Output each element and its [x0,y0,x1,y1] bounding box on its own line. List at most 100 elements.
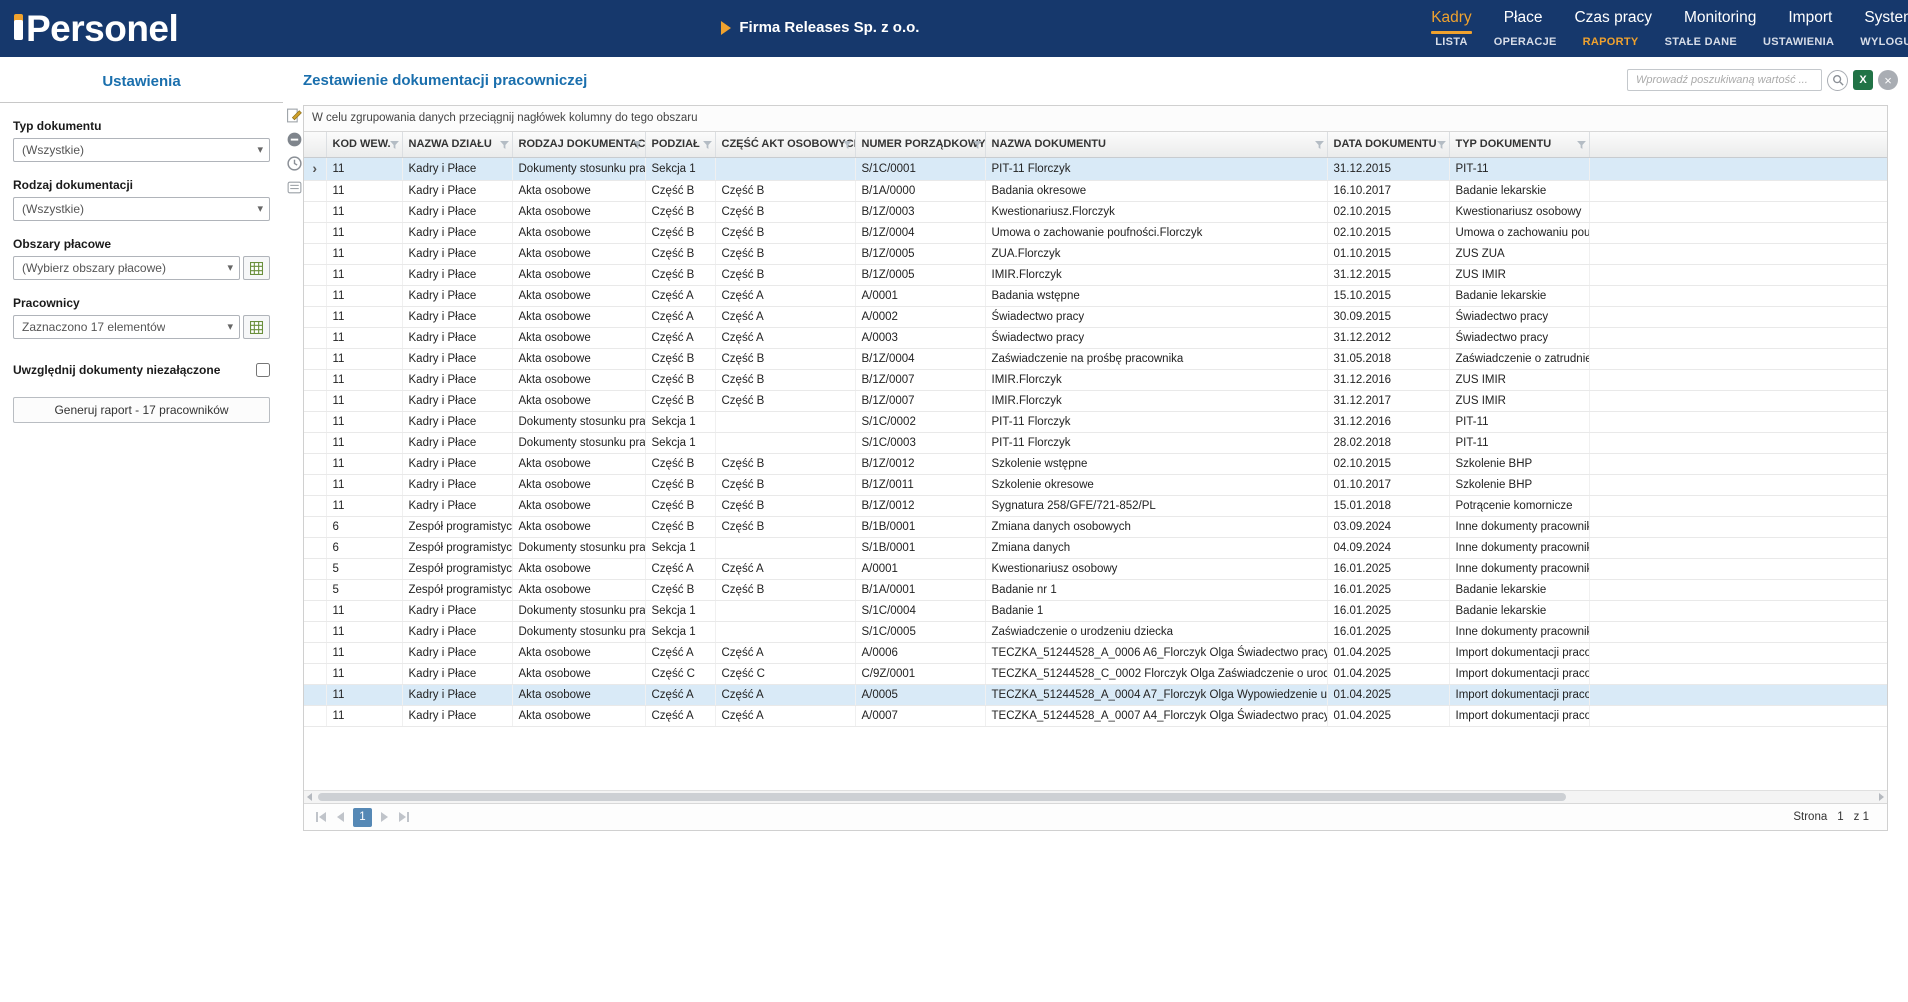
table-row[interactable]: 11Kadry i PłaceDokumenty stosunku pracyS… [304,621,1887,642]
filter-icon[interactable] [1437,140,1446,152]
close-button[interactable]: × [1878,70,1898,90]
remove-circle-icon[interactable] [286,131,303,148]
tab-monitoring[interactable]: Monitoring [1684,9,1756,34]
table-cell: 11 [326,642,402,663]
pracownicy-select[interactable]: Zaznaczono 17 elementów▾ [13,315,240,339]
column-header-podział[interactable]: PODZIAŁ [645,132,715,157]
filter-icon[interactable] [1577,140,1586,152]
table-row[interactable]: 6Zespół programistycznyDokumenty stosunk… [304,537,1887,558]
table-row[interactable]: 11Kadry i PłaceAkta osoboweCzęść BCzęść … [304,495,1887,516]
table-cell: Kadry i Płace [402,621,512,642]
table-row[interactable]: 11Kadry i PłaceAkta osoboweCzęść BCzęść … [304,474,1887,495]
table-row[interactable]: 11Kadry i PłaceAkta osoboweCzęść BCzęść … [304,390,1887,411]
table-row[interactable]: 11Kadry i PłaceAkta osoboweCzęść BCzęść … [304,264,1887,285]
table-cell: Zespół programistyczny [402,579,512,600]
column-header-część-akt-osobowych[interactable]: CZĘŚĆ AKT OSOBOWYCH [715,132,855,157]
table-row[interactable]: 11Kadry i PłaceAkta osoboweCzęść ACzęść … [304,306,1887,327]
scroll-right-icon[interactable] [1879,793,1884,801]
tab-raporty[interactable]: RAPORTY [1583,36,1639,48]
rodzaj-dokumentacji-select[interactable]: (Wszystkie)▾ [13,197,270,221]
tab-operacje[interactable]: OPERACJE [1494,36,1557,48]
table-cell: A/0002 [855,306,985,327]
table-row[interactable]: 11Kadry i PłaceAkta osoboweCzęść BCzęść … [304,201,1887,222]
table-cell: Część B [645,516,715,537]
table-cell: S/1C/0001 [855,157,985,180]
pager-last-button[interactable] [397,810,411,824]
column-header-numer-porządkowy[interactable]: NUMER PORZĄDKOWY [855,132,985,157]
search-input[interactable] [1627,69,1822,91]
obszary-placowe-picker-button[interactable] [243,256,270,280]
filler-cell [1589,390,1887,411]
column-header-kod-wew-[interactable]: KOD WEW. [326,132,402,157]
column-header-rodzaj-dokumentacji[interactable]: RODZAJ DOKUMENTACJI [512,132,645,157]
table-row[interactable]: 5Zespół programistycznyAkta osoboweCzęść… [304,558,1887,579]
table-row[interactable]: 11Kadry i PłaceAkta osoboweCzęść BCzęść … [304,180,1887,201]
tab-import[interactable]: Import [1788,9,1832,34]
tab-ustawienia[interactable]: USTAWIENIA [1763,36,1834,48]
table-cell: Badanie lekarskie [1449,600,1589,621]
tab-kadry[interactable]: Kadry [1431,9,1472,34]
pager-prev-button[interactable] [335,810,346,824]
tab-stałe-dane[interactable]: STAŁE DANE [1665,36,1737,48]
table-row[interactable]: 11Kadry i PłaceAkta osoboweCzęść ACzęść … [304,642,1887,663]
table-row[interactable]: 11Kadry i PłaceAkta osoboweCzęść ACzęść … [304,684,1887,705]
table-cell: B/1Z/0004 [855,222,985,243]
table-row[interactable]: 11Kadry i PłaceAkta osoboweCzęść ACzęść … [304,327,1887,348]
column-header-typ-dokumentu[interactable]: TYP DOKUMENTU [1449,132,1589,157]
edit-document-icon[interactable] [286,107,303,124]
table-row[interactable]: 11Kadry i PłaceAkta osoboweCzęść ACzęść … [304,285,1887,306]
filter-icon[interactable] [1315,140,1324,152]
excel-export-button[interactable]: X [1853,70,1873,90]
table-row[interactable]: 11Kadry i PłaceAkta osoboweCzęść BCzęść … [304,453,1887,474]
horizontal-scrollbar[interactable] [304,790,1887,803]
pager-next-button[interactable] [379,810,390,824]
pracownicy-picker-button[interactable] [243,315,270,339]
tab-lista[interactable]: LISTA [1435,36,1467,48]
group-by-hint[interactable]: W celu zgrupowania danych przeciągnij na… [304,106,1887,132]
tab-wyloguj[interactable]: WYLOGUJ [1860,36,1908,48]
expand-cell [304,390,326,411]
table-cell: B/1Z/0012 [855,495,985,516]
filter-icon[interactable] [703,140,712,152]
include-unattached-checkbox[interactable] [256,363,270,377]
pager-first-button[interactable] [314,810,328,824]
tab-czas-pracy[interactable]: Czas pracy [1574,9,1652,34]
tab-system[interactable]: System [1864,9,1908,34]
table-row[interactable]: ›11Kadry i PłaceDokumenty stosunku pracy… [304,157,1887,180]
scroll-left-icon[interactable] [307,793,312,801]
table-row[interactable]: 11Kadry i PłaceAkta osoboweCzęść BCzęść … [304,222,1887,243]
history-icon[interactable] [286,155,303,172]
typ-dokumentu-select[interactable]: (Wszystkie)▾ [13,138,270,162]
table-cell: 01.04.2025 [1327,705,1449,726]
filter-icon[interactable] [973,140,982,152]
preview-icon[interactable] [286,179,303,196]
table-row[interactable]: 11Kadry i PłaceAkta osoboweCzęść BCzęść … [304,243,1887,264]
chevron-down-icon: ▾ [227,261,233,274]
filter-icon[interactable] [633,140,642,152]
filter-icon[interactable] [390,140,399,152]
table-row[interactable]: 11Kadry i PłaceDokumenty stosunku pracyS… [304,432,1887,453]
expand-cell [304,579,326,600]
table-row[interactable]: 5Zespół programistycznyAkta osoboweCzęść… [304,579,1887,600]
filter-icon[interactable] [843,140,852,152]
table-row[interactable]: 11Kadry i PłaceDokumenty stosunku pracyS… [304,600,1887,621]
table-row[interactable]: 11Kadry i PłaceAkta osoboweCzęść BCzęść … [304,348,1887,369]
pager-current-page[interactable]: 1 [353,808,372,827]
obszary-placowe-select[interactable]: (Wybierz obszary płacowe)▾ [13,256,240,280]
column-header-nazwa-dokumentu[interactable]: NAZWA DOKUMENTU [985,132,1327,157]
column-header-data-dokumentu[interactable]: DATA DOKUMENTU [1327,132,1449,157]
table-row[interactable]: 11Kadry i PłaceDokumenty stosunku pracyS… [304,411,1887,432]
filter-icon[interactable] [500,140,509,152]
table-row[interactable]: 6Zespół programistycznyAkta osoboweCzęść… [304,516,1887,537]
generate-report-button[interactable]: Generuj raport - 17 pracowników [13,397,270,423]
table-row[interactable]: 11Kadry i PłaceAkta osoboweCzęść ACzęść … [304,705,1887,726]
table-row[interactable]: 11Kadry i PłaceAkta osoboweCzęść CCzęść … [304,663,1887,684]
table-cell: Akta osobowe [512,348,645,369]
column-header-nazwa-działu[interactable]: NAZWA DZIAŁU [402,132,512,157]
search-button[interactable] [1827,70,1848,91]
tab-płace[interactable]: Płace [1504,9,1543,34]
table-cell: IMIR.Florczyk [985,390,1327,411]
expand-row-icon[interactable]: › [312,160,317,176]
table-row[interactable]: 11Kadry i PłaceAkta osoboweCzęść BCzęść … [304,369,1887,390]
scrollbar-thumb[interactable] [318,793,1566,801]
